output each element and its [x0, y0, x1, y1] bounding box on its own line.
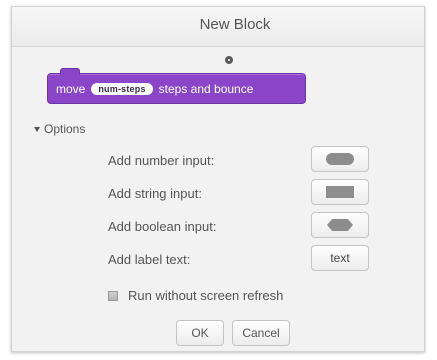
- block-notch: [60, 68, 80, 75]
- ok-button-label: OK: [191, 326, 209, 340]
- dialog-title: New Block: [199, 16, 271, 33]
- boolean-input-shape-icon: [327, 219, 353, 231]
- number-input-shape-icon: [326, 153, 354, 165]
- run-without-refresh-label: Run without screen refresh: [128, 288, 284, 303]
- block-param-num-steps[interactable]: num-steps: [91, 82, 153, 95]
- add-boolean-input-button[interactable]: [311, 212, 369, 238]
- cancel-button-label: Cancel: [242, 326, 280, 340]
- dialog-titlebar[interactable]: New Block: [12, 7, 424, 47]
- triangle-down-icon: [34, 126, 40, 132]
- block-word-steps-and-bounce[interactable]: steps and bounce: [159, 82, 254, 96]
- add-number-input-label: Add number input:: [108, 153, 215, 168]
- string-input-shape-icon: [326, 186, 354, 198]
- add-label-text-button[interactable]: text: [311, 245, 369, 271]
- new-block-dialog: New Block move num-steps steps and bounc…: [11, 6, 425, 352]
- cancel-button[interactable]: Cancel: [232, 320, 290, 346]
- add-string-input-button[interactable]: [311, 179, 369, 205]
- block-preview[interactable]: move num-steps steps and bounce: [47, 68, 306, 104]
- run-without-refresh-row[interactable]: Run without screen refresh: [108, 288, 283, 303]
- options-toggle[interactable]: Options: [34, 122, 85, 136]
- add-string-input-label: Add string input:: [108, 186, 202, 201]
- add-label-text-label: Add label text:: [108, 252, 191, 267]
- run-without-refresh-checkbox[interactable]: [108, 290, 118, 301]
- add-number-input-button[interactable]: [311, 146, 369, 172]
- ok-button[interactable]: OK: [176, 320, 224, 346]
- options-toggle-label: Options: [44, 122, 86, 136]
- add-label-text-button-label: text: [330, 251, 350, 265]
- add-circle-icon[interactable]: [225, 56, 233, 64]
- block-word-move[interactable]: move: [56, 82, 85, 96]
- add-boolean-input-label: Add boolean input:: [108, 219, 217, 234]
